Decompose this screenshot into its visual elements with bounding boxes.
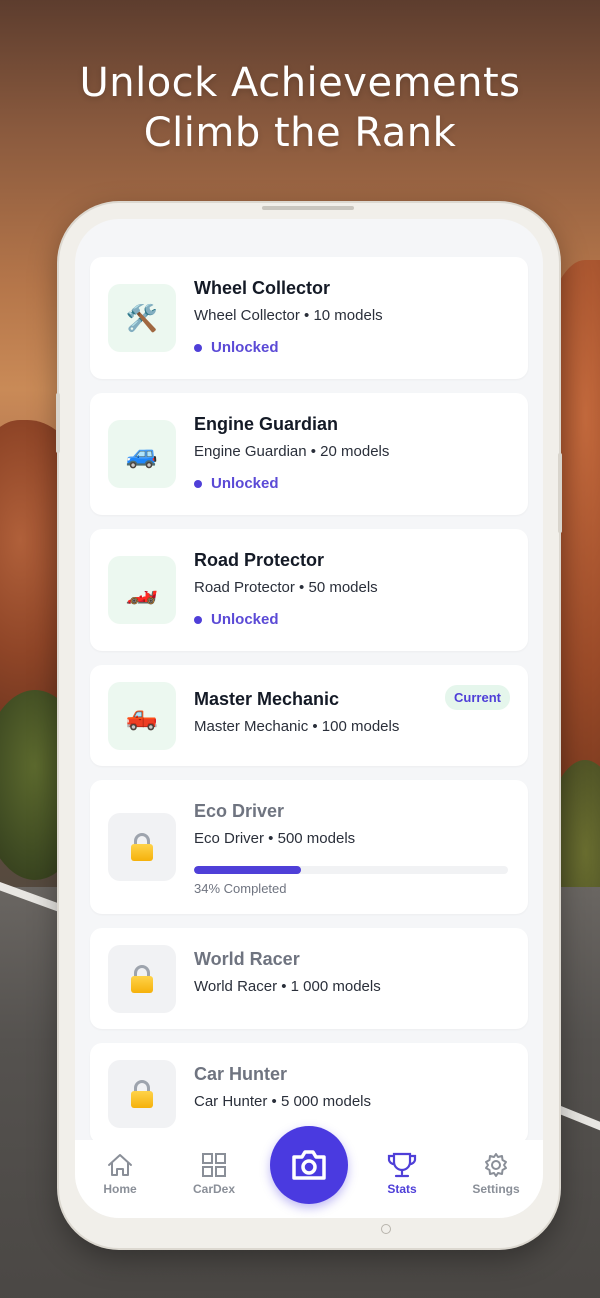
achievement-subtitle: Wheel Collector • 10 models [194,307,383,324]
headline: Unlock Achievements Climb the Rank [0,58,600,158]
progress-bar-fill [194,866,301,874]
headline-line-2: Climb the Rank [143,110,457,156]
status-label: Unlocked [211,611,279,628]
status-label: Unlocked [211,475,279,492]
race-car-emoji: 🏎️ [125,575,159,605]
power-button [558,453,562,533]
tools-icon: 🛠️ [108,284,176,352]
nav-cardex-label: CarDex [192,1182,236,1196]
achievement-title: World Racer [194,949,300,969]
status-label: Unlocked [211,339,279,356]
status-unlocked: Unlocked [194,475,510,492]
trophy-icon [387,1152,417,1178]
achievement-card-world-racer[interactable]: World Racer World Racer • 1 000 models [90,928,528,1029]
nav-stats[interactable]: Stats [362,1152,442,1196]
car-icon: 🚙 [108,420,176,488]
phone-speaker [262,206,354,210]
home-indicator [381,1224,391,1234]
achievement-card-master-mechanic[interactable]: 🛻 Master Mechanic Master Mechanic • 100 … [90,665,528,766]
achievement-card-engine-guardian[interactable]: 🚙 Engine Guardian Engine Guardian • 20 m… [90,393,528,515]
progress-bar [194,866,508,874]
phone-frame: 🛠️ Wheel Collector Wheel Collector • 10 … [56,203,562,1248]
volume-button [56,393,60,453]
gear-icon [485,1153,507,1177]
nav-cardex[interactable]: CarDex [174,1152,254,1196]
achievement-title: Road Protector [194,550,325,570]
home-icon [108,1154,132,1176]
car-emoji: 🚙 [125,439,159,469]
achievement-title: Wheel Collector [194,278,331,298]
nav-home-label: Home [103,1182,137,1196]
status-dot [194,343,202,352]
lock-icon [108,1060,176,1128]
headline-line-1: Unlock Achievements [79,60,521,106]
nav-home[interactable]: Home [80,1152,160,1196]
achievement-title: Eco Driver [194,801,285,821]
current-badge: Current [445,685,510,710]
achievement-list: 🛠️ Wheel Collector Wheel Collector • 10 … [90,257,528,1158]
achievement-subtitle: Master Mechanic • 100 models [194,718,400,735]
nav-stats-label: Stats [387,1182,417,1196]
race-car-icon: 🏎️ [108,556,176,624]
camera-button[interactable] [270,1126,348,1204]
status-dot [194,479,202,488]
status-unlocked: Unlocked [194,611,510,628]
progress-text: 34% Completed [194,881,287,896]
grid-icon [202,1153,226,1177]
tools-emoji: 🛠️ [125,303,159,333]
achievement-card-wheel-collector[interactable]: 🛠️ Wheel Collector Wheel Collector • 10 … [90,257,528,379]
achievement-title: Car Hunter [194,1064,288,1084]
achievement-title: Engine Guardian [194,414,339,434]
status-unlocked: Unlocked [194,339,510,356]
camera-icon [292,1150,326,1180]
pickup-truck-icon: 🛻 [108,682,176,750]
achievement-subtitle: Road Protector • 50 models [194,579,378,596]
achievement-subtitle: Engine Guardian • 20 models [194,443,390,460]
nav-settings-label: Settings [472,1182,520,1196]
status-dot [194,615,202,624]
lock-icon [108,813,176,881]
app-screen: 🛠️ Wheel Collector Wheel Collector • 10 … [75,219,543,1218]
achievement-subtitle: Eco Driver • 500 models [194,830,356,847]
achievement-card-eco-driver[interactable]: Eco Driver Eco Driver • 500 models 34% C… [90,780,528,914]
pickup-truck-emoji: 🛻 [125,701,159,731]
lock-icon [108,945,176,1013]
achievement-subtitle: World Racer • 1 000 models [194,978,381,995]
bottom-nav: Home CarDex Stats Settings [75,1126,543,1218]
achievement-subtitle: Car Hunter • 5 000 models [194,1093,372,1110]
achievement-card-road-protector[interactable]: 🏎️ Road Protector Road Protector • 50 mo… [90,529,528,651]
nav-settings[interactable]: Settings [456,1152,536,1196]
